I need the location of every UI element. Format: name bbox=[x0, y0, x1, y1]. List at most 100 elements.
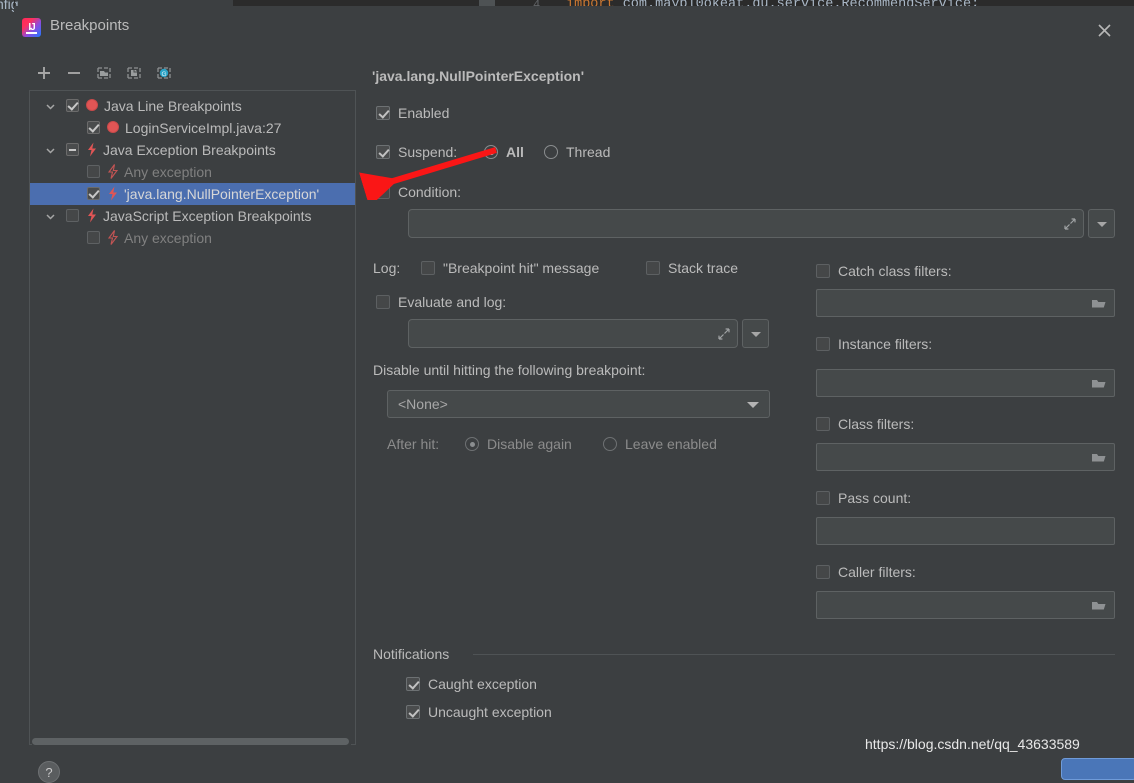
evaluate-and-log-history-dropdown[interactable] bbox=[742, 319, 769, 348]
folder-icon[interactable] bbox=[1091, 376, 1107, 390]
folder-icon[interactable] bbox=[1091, 450, 1107, 464]
svg-text:G: G bbox=[161, 71, 166, 78]
folder-icon[interactable] bbox=[1091, 598, 1107, 612]
condition-input[interactable] bbox=[408, 209, 1084, 238]
caller-filters-row[interactable]: Caller filters: bbox=[816, 564, 916, 580]
folder-icon[interactable] bbox=[1091, 296, 1107, 310]
scrollbar-thumb[interactable] bbox=[32, 738, 349, 745]
evaluate-and-log-input[interactable] bbox=[408, 319, 738, 348]
evaluate-and-log-row[interactable]: Evaluate and log: bbox=[376, 294, 506, 310]
caller-filters-label: Caller filters: bbox=[838, 564, 916, 580]
tree-horizontal-scrollbar[interactable] bbox=[32, 737, 351, 746]
catch-class-filters-input[interactable] bbox=[816, 289, 1115, 317]
tree-checkbox[interactable] bbox=[66, 99, 79, 112]
expand-icon[interactable] bbox=[1063, 217, 1077, 231]
pass-count-input[interactable] bbox=[816, 517, 1115, 545]
help-button[interactable]: ? bbox=[38, 761, 60, 783]
suspend-all-label: All bbox=[506, 144, 524, 160]
after-hit-leave-enabled-radio[interactable] bbox=[603, 437, 617, 451]
log-stack-trace-checkbox[interactable] bbox=[646, 261, 660, 275]
group-divider bbox=[473, 654, 1115, 655]
pass-count-checkbox[interactable] bbox=[816, 491, 830, 505]
tree-row[interactable]: LoginServiceImpl.java:27 bbox=[30, 117, 355, 139]
after-hit-leave-enabled-row[interactable]: Leave enabled bbox=[603, 436, 717, 452]
suspend-thread-radio[interactable] bbox=[544, 145, 558, 159]
class-filters-row[interactable]: Class filters: bbox=[816, 416, 914, 432]
log-breakpoint-hit-label: "Breakpoint hit" message bbox=[443, 260, 599, 276]
chevron-down-icon[interactable] bbox=[44, 210, 58, 224]
enabled-checkbox-row[interactable]: Enabled bbox=[376, 105, 449, 121]
expand-icon[interactable] bbox=[717, 327, 731, 341]
evaluate-and-log-label: Evaluate and log: bbox=[398, 294, 506, 310]
tree-row[interactable]: Any exception bbox=[30, 161, 355, 183]
instance-filters-row[interactable]: Instance filters: bbox=[816, 336, 932, 352]
breakpoint-detail-title: 'java.lang.NullPointerException' bbox=[372, 68, 584, 84]
group-by-class-button[interactable]: G bbox=[152, 61, 176, 85]
suspend-thread-radio-row[interactable]: Thread bbox=[544, 144, 610, 160]
log-breakpoint-hit-row[interactable]: "Breakpoint hit" message bbox=[421, 260, 599, 276]
class-filters-checkbox[interactable] bbox=[816, 417, 830, 431]
instance-filters-checkbox[interactable] bbox=[816, 337, 830, 351]
instance-filters-input[interactable] bbox=[816, 369, 1115, 397]
uncaught-exception-row[interactable]: Uncaught exception bbox=[406, 704, 552, 720]
class-filters-input[interactable] bbox=[816, 443, 1115, 471]
breakpoints-tree[interactable]: Java Line Breakpoints LoginServiceImpl.j… bbox=[29, 90, 356, 745]
uncaught-exception-label: Uncaught exception bbox=[428, 704, 552, 720]
tree-row[interactable]: 'java.lang.NullPointerException' bbox=[30, 183, 355, 205]
tree-checkbox[interactable] bbox=[87, 187, 100, 200]
condition-checkbox[interactable] bbox=[376, 185, 390, 199]
caller-filters-input[interactable] bbox=[816, 591, 1115, 619]
close-icon[interactable] bbox=[1089, 17, 1121, 43]
tree-item-label: Any exception bbox=[124, 164, 212, 180]
uncaught-exception-checkbox[interactable] bbox=[406, 705, 420, 719]
group-by-folder-button[interactable] bbox=[92, 61, 116, 85]
notifications-group-title: Notifications bbox=[373, 646, 449, 662]
condition-label: Condition: bbox=[398, 184, 461, 200]
tree-row[interactable]: Any exception bbox=[30, 227, 355, 249]
tree-checkbox[interactable] bbox=[66, 209, 79, 222]
watermark-text: https://blog.csdn.net/qq_43633589 bbox=[865, 736, 1080, 752]
log-breakpoint-hit-checkbox[interactable] bbox=[421, 261, 435, 275]
pass-count-row[interactable]: Pass count: bbox=[816, 490, 911, 506]
tree-row[interactable]: Java Exception Breakpoints bbox=[30, 139, 355, 161]
suspend-checkbox-row[interactable]: Suspend: bbox=[376, 144, 457, 160]
condition-history-dropdown[interactable] bbox=[1088, 209, 1115, 238]
tree-checkbox[interactable] bbox=[87, 121, 100, 134]
catch-class-filters-label: Catch class filters: bbox=[838, 263, 952, 279]
condition-checkbox-row[interactable]: Condition: bbox=[376, 184, 461, 200]
enabled-checkbox[interactable] bbox=[376, 106, 390, 120]
log-stack-trace-row[interactable]: Stack trace bbox=[646, 260, 738, 276]
breakpoint-dot-icon bbox=[86, 99, 98, 111]
breakpoint-dot-icon bbox=[107, 121, 119, 133]
catch-class-filters-row[interactable]: Catch class filters: bbox=[816, 263, 952, 279]
intellij-idea-logo-icon: IJ bbox=[22, 18, 41, 37]
chevron-down-icon[interactable] bbox=[44, 100, 58, 114]
caught-exception-row[interactable]: Caught exception bbox=[406, 676, 537, 692]
ok-button[interactable] bbox=[1061, 758, 1134, 780]
tree-item-label: JavaScript Exception Breakpoints bbox=[103, 208, 312, 224]
suspend-checkbox[interactable] bbox=[376, 145, 390, 159]
group-by-file-button[interactable] bbox=[122, 61, 146, 85]
dialog-titlebar: IJ Breakpoints bbox=[14, 6, 1134, 48]
remove-breakpoint-button[interactable] bbox=[62, 61, 86, 85]
suspend-all-radio-row[interactable]: All bbox=[484, 144, 524, 160]
tree-checkbox[interactable] bbox=[66, 143, 79, 156]
tree-checkbox[interactable] bbox=[87, 165, 100, 178]
suspend-label: Suspend: bbox=[398, 144, 457, 160]
caught-exception-checkbox[interactable] bbox=[406, 677, 420, 691]
disable-until-combobox[interactable]: <None> bbox=[387, 390, 770, 418]
tree-row[interactable]: JavaScript Exception Breakpoints bbox=[30, 205, 355, 227]
add-breakpoint-button[interactable] bbox=[32, 61, 56, 85]
suspend-all-radio[interactable] bbox=[484, 145, 498, 159]
after-hit-disable-again-radio[interactable] bbox=[465, 437, 479, 451]
caller-filters-checkbox[interactable] bbox=[816, 565, 830, 579]
tree-checkbox[interactable] bbox=[87, 231, 100, 244]
evaluate-and-log-checkbox[interactable] bbox=[376, 295, 390, 309]
after-hit-disable-again-row[interactable]: Disable again bbox=[465, 436, 572, 452]
disable-until-value: <None> bbox=[398, 396, 448, 412]
suspend-thread-label: Thread bbox=[566, 144, 610, 160]
logo-text: IJ bbox=[28, 23, 34, 33]
catch-class-filters-checkbox[interactable] bbox=[816, 264, 830, 278]
tree-row[interactable]: Java Line Breakpoints bbox=[30, 95, 355, 117]
chevron-down-icon[interactable] bbox=[44, 144, 58, 158]
